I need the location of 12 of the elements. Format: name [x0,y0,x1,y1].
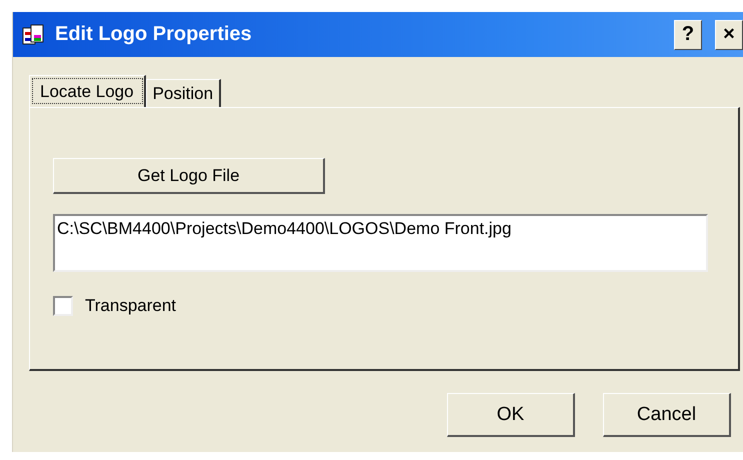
app-icon [21,22,45,46]
transparent-checkbox[interactable] [53,296,73,316]
tab[interactable]: Locate Logo [29,75,146,107]
checkbox-label: Transparent [85,296,176,316]
get-logo-file-button[interactable]: Get Logo File [53,158,325,194]
tab[interactable]: Position [146,79,222,107]
ok-button[interactable]: OK [447,393,575,437]
help-button[interactable]: ? [674,20,702,50]
cancel-button[interactable]: Cancel [603,393,731,437]
close-button[interactable]: × [715,20,743,50]
window-title: Edit Logo Properties [55,23,253,46]
file-path-field[interactable]: C:\SC\BM4400\Projects\Demo4400\LOGOS\Demo Front.jpg [53,214,708,272]
